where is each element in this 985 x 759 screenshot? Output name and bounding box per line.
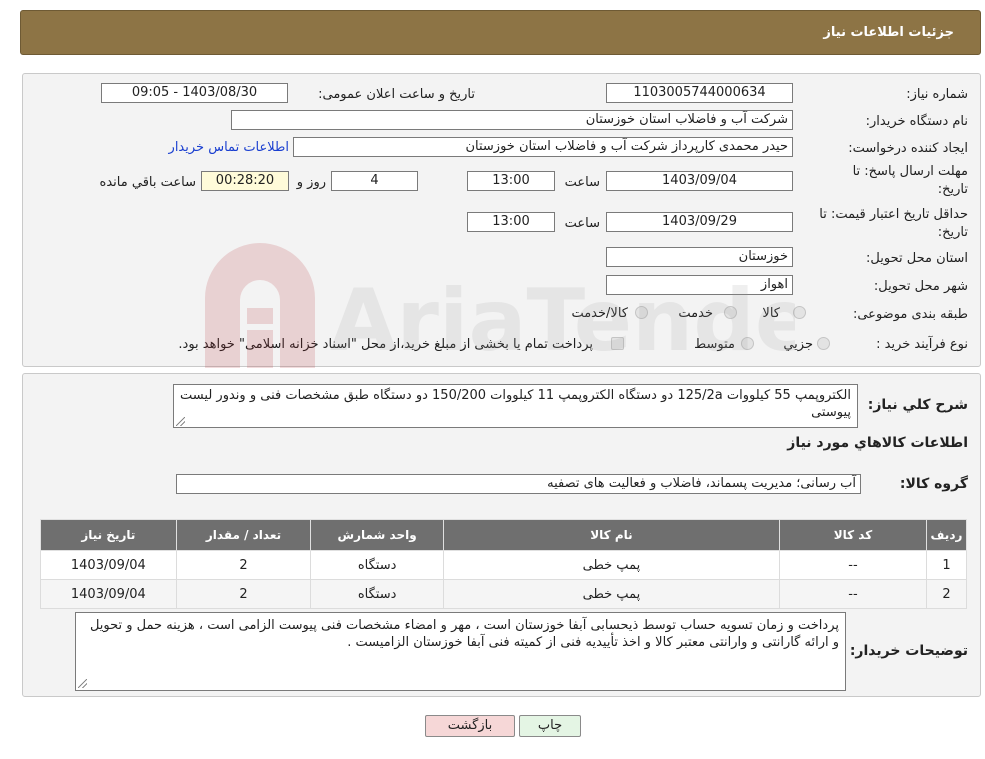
description-resize-handle[interactable] <box>176 417 185 426</box>
cell-quantity: 2 <box>175 579 312 609</box>
cell-item-code: -- <box>778 550 927 580</box>
cell-need-date: 1403/09/04 <box>40 550 177 580</box>
deadline-label-date: تاریخ: <box>937 182 968 197</box>
cell-item-code: -- <box>778 579 927 609</box>
city-field: اهواز <box>606 275 793 295</box>
page-header: جزئیات اطلاعات نیاز <box>20 10 981 55</box>
deadline-time-label: ساعت <box>564 175 600 190</box>
creator-label: ایجاد کننده درخواست: <box>848 141 968 156</box>
col-item-name: نام کالا <box>442 519 780 551</box>
purchase-radio-medium[interactable] <box>741 337 754 350</box>
price-validity-date-field: 1403/09/29 <box>606 212 793 232</box>
items-section-title: اطلاعات کالاهاي مورد نياز <box>787 435 968 451</box>
price-validity-label-date: تاریخ: <box>937 225 968 240</box>
items-table: ردیف کد کالا نام کالا واحد شمارش تعداد /… <box>40 519 968 609</box>
days-label: روز و <box>296 175 326 190</box>
col-item-code: کد کالا <box>778 519 927 551</box>
page-title: جزئیات اطلاعات نیاز <box>823 25 954 40</box>
deadline-time-field: 13:00 <box>467 171 555 191</box>
category-radio-service[interactable] <box>724 306 737 319</box>
purchase-radio-minor[interactable] <box>817 337 830 350</box>
deadline-label: مهلت ارسال پاسخ: تا <box>852 164 968 179</box>
cell-row-number: 2 <box>925 579 968 609</box>
category-option-goods-service: کالا/خدمت <box>571 306 628 321</box>
goods-group-field: آب رسانی؛ مدیریت پسماند، فاضلاب و فعالیت… <box>176 474 861 494</box>
buyer-org-field: شرکت آب و فاضلاب استان خوزستان <box>231 110 793 130</box>
announce-datetime-label: تاریخ و ساعت اعلان عمومی: <box>318 87 475 102</box>
description-textarea[interactable]: الکتروپمپ 55 کیلووات 125/2a دو دستگاه ال… <box>173 384 858 428</box>
table-header-row: ردیف کد کالا نام کالا واحد شمارش تعداد /… <box>40 519 968 551</box>
remaining-time-label: ساعت باقي مانده <box>99 175 196 190</box>
price-validity-label: حداقل تاریخ اعتبار قیمت: تا <box>819 207 968 222</box>
cell-row-number: 1 <box>925 550 968 580</box>
category-option-goods: کالا <box>762 306 780 321</box>
buyer-contact-link[interactable]: اطلاعات تماس خریدار <box>169 140 289 155</box>
buyer-notes-resize-handle[interactable] <box>78 679 87 688</box>
cell-unit: دستگاه <box>310 550 444 580</box>
treasury-note: پرداخت تمام یا بخشی از مبلغ خرید،از محل … <box>178 337 593 352</box>
remaining-time-field: 00:28:20 <box>201 171 289 191</box>
description-text: الکتروپمپ 55 کیلووات 125/2a دو دستگاه ال… <box>180 388 851 420</box>
announce-datetime-field: 1403/08/30 - 09:05 <box>101 83 288 103</box>
city-label: شهر محل تحویل: <box>873 279 968 294</box>
category-radio-goods[interactable] <box>793 306 806 319</box>
need-number-field: 1103005744000634 <box>606 83 793 103</box>
category-option-service: خدمت <box>678 306 713 321</box>
col-quantity: تعداد / مقدار <box>175 519 312 551</box>
province-label: استان محل تحویل: <box>866 251 968 266</box>
cell-quantity: 2 <box>175 550 312 580</box>
table-row: 1 -- پمپ خطی دستگاه 2 1403/09/04 <box>40 550 968 580</box>
days-remaining-field: 4 <box>331 171 418 191</box>
category-radio-goods-service[interactable] <box>635 306 648 319</box>
price-validity-time-field: 13:00 <box>467 212 555 232</box>
buyer-org-label: نام دستگاه خریدار: <box>865 114 968 129</box>
purchase-option-medium: متوسط <box>694 337 735 352</box>
category-label: طبقه بندی موضوعی: <box>852 307 968 322</box>
cell-unit: دستگاه <box>310 579 444 609</box>
col-need-date: تاریخ نیاز <box>40 519 177 551</box>
creator-field: حیدر محمدی کارپرداز شرکت آب و فاضلاب است… <box>293 137 793 157</box>
back-button[interactable]: بازگشت <box>425 715 515 737</box>
table-row: 2 -- پمپ خطی دستگاه 2 1403/09/04 <box>40 579 968 609</box>
buyer-notes-label: توضیحات خریدار: <box>849 643 968 659</box>
cell-need-date: 1403/09/04 <box>40 579 177 609</box>
province-field: خوزستان <box>606 247 793 267</box>
need-number-label: شماره نیاز: <box>906 87 968 102</box>
buyer-notes-textarea[interactable]: پرداخت و زمان تسویه حساب توسط ذیحسابی آب… <box>75 612 846 691</box>
purchase-option-minor: جزيي <box>783 337 813 352</box>
buyer-notes-text: پرداخت و زمان تسویه حساب توسط ذیحسابی آب… <box>89 618 839 650</box>
cell-item-name: پمپ خطی <box>442 579 780 609</box>
print-button[interactable]: چاپ <box>519 715 581 737</box>
goods-group-label: گروه کالا: <box>899 476 968 492</box>
col-unit: واحد شمارش <box>310 519 444 551</box>
col-row-number: ردیف <box>925 519 968 551</box>
description-label: شرح کلي نياز: <box>867 397 968 413</box>
price-validity-time-label: ساعت <box>564 216 600 231</box>
treasury-checkbox[interactable] <box>611 337 624 350</box>
purchase-type-label: نوع فرآیند خرید : <box>876 337 968 352</box>
cell-item-name: پمپ خطی <box>442 550 780 580</box>
deadline-date-field: 1403/09/04 <box>606 171 793 191</box>
